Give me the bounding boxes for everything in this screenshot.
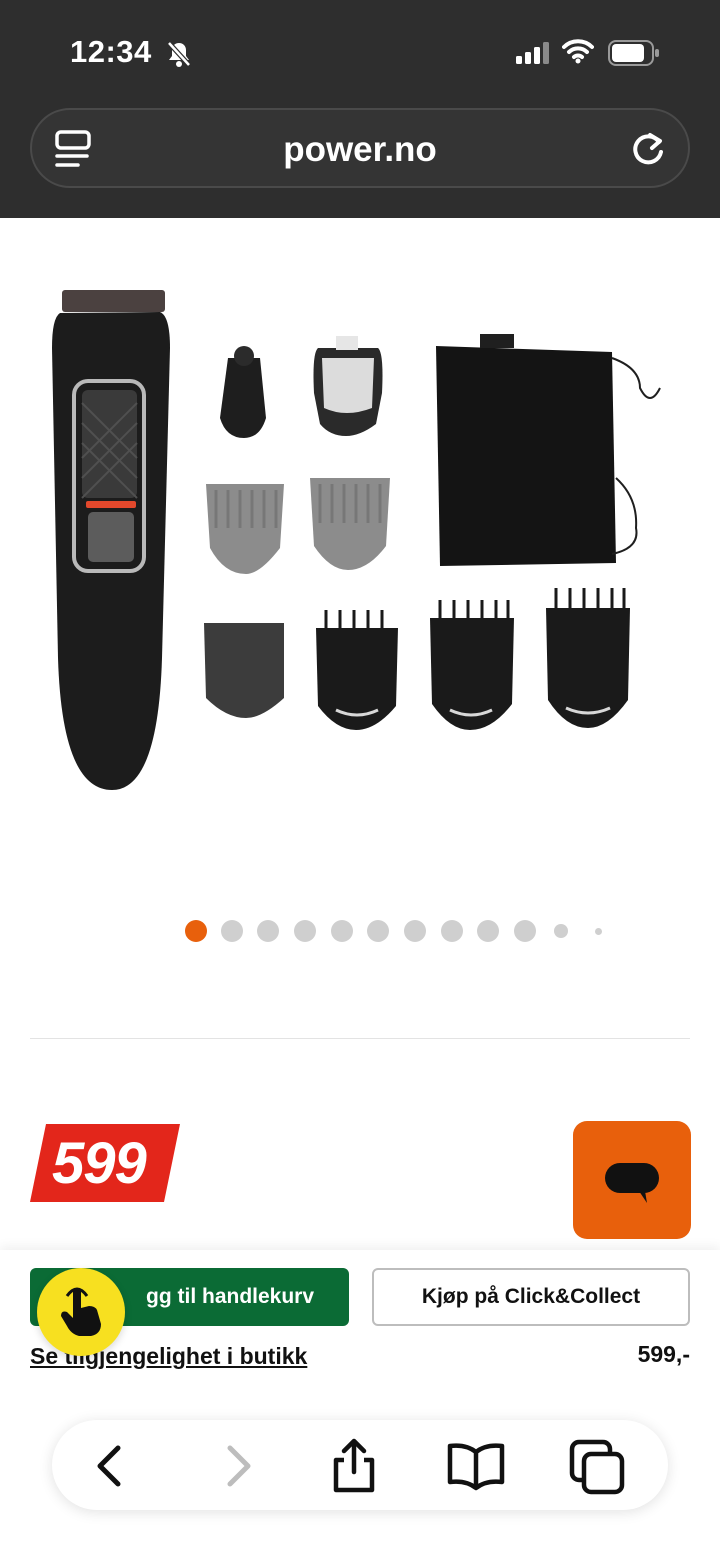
gallery-dot[interactable] bbox=[331, 920, 353, 942]
gallery-dot[interactable] bbox=[441, 920, 463, 942]
product-price: 599,- bbox=[637, 1341, 690, 1367]
price-badge-value: 599 bbox=[52, 1131, 147, 1196]
gallery-dot[interactable] bbox=[514, 920, 536, 942]
price-badge: 599 bbox=[30, 1124, 180, 1202]
back-icon[interactable] bbox=[84, 1438, 140, 1494]
gallery-dot[interactable] bbox=[294, 920, 316, 942]
status-time: 12:34 bbox=[70, 34, 152, 69]
gallery-dot[interactable] bbox=[595, 928, 602, 935]
bookmarks-icon[interactable] bbox=[446, 1438, 505, 1494]
signal-icon bbox=[516, 42, 550, 69]
product-image bbox=[52, 290, 661, 790]
tabs-icon[interactable] bbox=[568, 1438, 625, 1495]
click-collect-button[interactable]: Kjøp på Click&Collect bbox=[372, 1268, 690, 1326]
browser-chrome: power.no bbox=[0, 100, 720, 218]
touch-helper-button[interactable] bbox=[37, 1268, 125, 1356]
gallery-pagination[interactable] bbox=[0, 920, 720, 944]
gallery-dot[interactable] bbox=[554, 924, 568, 938]
gallery-dot[interactable] bbox=[221, 920, 243, 942]
share-icon[interactable] bbox=[326, 1438, 382, 1494]
gallery-dot[interactable] bbox=[257, 920, 279, 942]
product-image-gallery[interactable] bbox=[0, 218, 720, 898]
url-text[interactable]: power.no bbox=[32, 130, 688, 170]
chat-button[interactable] bbox=[573, 1121, 691, 1239]
reload-icon[interactable] bbox=[628, 126, 668, 175]
bell-slash-icon bbox=[166, 40, 192, 73]
browser-toolbar bbox=[52, 1420, 668, 1510]
battery-icon bbox=[608, 40, 660, 71]
section-divider bbox=[30, 1038, 690, 1039]
forward-icon[interactable] bbox=[208, 1438, 264, 1494]
gallery-dot-active[interactable] bbox=[185, 920, 207, 942]
gallery-dot[interactable] bbox=[477, 920, 499, 942]
status-bar: 12:34 bbox=[0, 0, 720, 100]
wifi-icon bbox=[562, 38, 594, 69]
gallery-dot[interactable] bbox=[367, 920, 389, 942]
gallery-dot[interactable] bbox=[404, 920, 426, 942]
address-bar[interactable]: power.no bbox=[30, 108, 690, 188]
